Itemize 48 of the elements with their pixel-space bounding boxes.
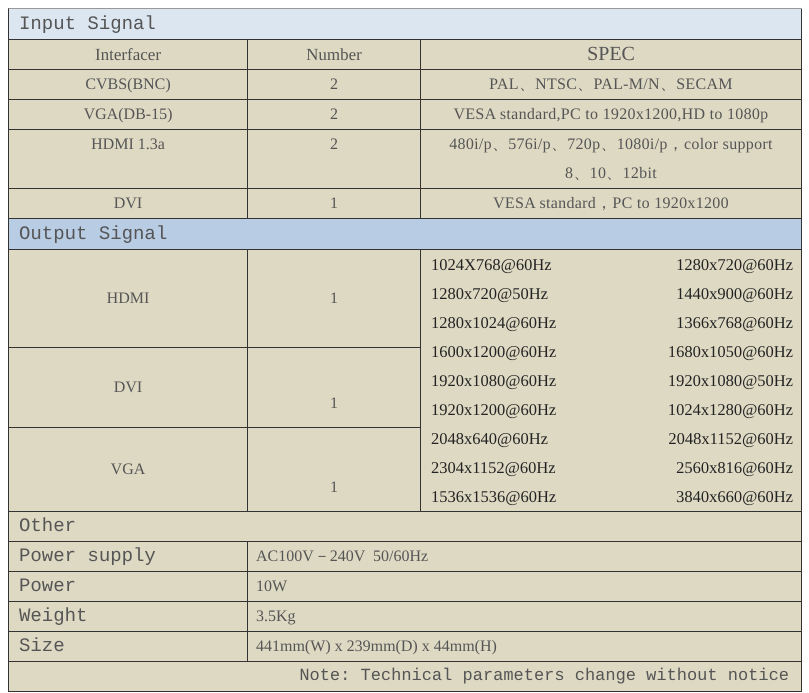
table-cell: 1: [248, 348, 421, 428]
table-cell: 441mm(W) x 239mm(D) x 44mm(H): [248, 632, 802, 662]
resolution-text: 1024X768@60Hz: [431, 254, 553, 274]
column-header: Interfacer: [9, 40, 248, 70]
table-cell: AC100V－240V 50/60Hz: [248, 542, 802, 572]
table-cell: 1: [248, 250, 421, 348]
resolution-text: 2560x816@60Hz: [675, 458, 793, 478]
table-cell: Power supply: [9, 542, 248, 572]
section-header: Other: [9, 512, 802, 542]
table-cell: VESA standard,PC to 1920x1200,HD to 1080p: [421, 100, 802, 130]
resolution-text: 1366x768@60Hz: [675, 312, 793, 332]
resolution-text: 1920x1080@50Hz: [666, 370, 793, 390]
resolution-text: 1920x1080@60Hz: [431, 370, 558, 390]
table-cell: CVBS(BNC): [9, 70, 248, 100]
resolution-text: 1600x1200@60Hz: [431, 342, 558, 362]
resolution-text: 1680x1050@60Hz: [666, 342, 793, 362]
resolution-text: 1024x1280@60Hz: [666, 400, 793, 420]
resolution-text: 2304x1152@60Hz: [431, 458, 557, 478]
table-cell: 2: [248, 130, 421, 189]
table-cell: VGA: [9, 428, 248, 512]
resolution-text: 1536x1536@60Hz: [431, 486, 558, 506]
note-text: Note: Technical parameters change without notice: [9, 662, 802, 692]
section-header: Output Signal: [9, 219, 802, 250]
resolution-text: 3840x660@60Hz: [675, 486, 793, 506]
table-cell: Power: [9, 572, 248, 602]
table-cell: DVI: [9, 348, 248, 428]
table-cell: Weight: [9, 602, 248, 632]
column-header: SPEC: [421, 40, 802, 70]
table-cell: 480i/p、576i/p、720p、1080i/p，color support 8、10、12bit: [421, 130, 802, 189]
resolution-text: 2048x1152@60Hz: [667, 428, 793, 448]
table-cell: 2: [248, 70, 421, 100]
column-header: Number: [248, 40, 421, 70]
section-header: Input Signal: [9, 9, 802, 40]
table-cell: PAL、NTSC、PAL-M/N、SECAM: [421, 70, 802, 100]
table-cell: HDMI 1.3a: [9, 130, 248, 189]
table-cell: HDMI: [9, 250, 248, 348]
resolution-text: 1280x1024@60Hz: [431, 312, 558, 332]
resolution-text: 1280x720@60Hz: [675, 254, 793, 274]
table-cell: 3.5Kg: [248, 602, 802, 632]
table-cell: 10W: [248, 572, 802, 602]
resolution-text: 1920x1200@60Hz: [431, 400, 558, 420]
resolution-text: 2048x640@60Hz: [431, 428, 549, 448]
table-cell: VGA(DB-15): [9, 100, 248, 130]
table-cell: 1: [248, 428, 421, 512]
table-cell: 2: [248, 100, 421, 130]
resolution-text: 1280x720@50Hz: [431, 284, 549, 304]
table-cell: Size: [9, 632, 248, 662]
resolution-text: 1440x900@60Hz: [675, 284, 793, 304]
